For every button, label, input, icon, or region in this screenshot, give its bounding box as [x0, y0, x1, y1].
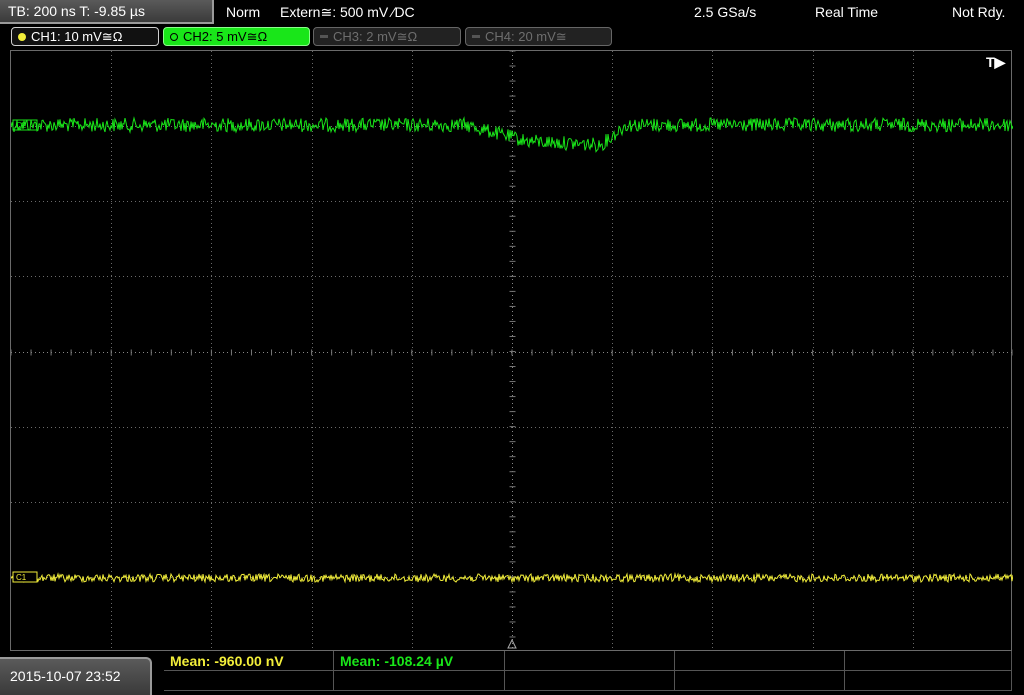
channel-1-tab[interactable]: CH1: 10 mV≅Ω: [11, 27, 159, 46]
timebase-readout[interactable]: TB: 200 ns T: -9.85 µs: [0, 0, 214, 24]
channel-4-tab[interactable]: CH4: 20 mV≅: [465, 27, 612, 46]
measurement-slot-10[interactable]: [845, 671, 1012, 691]
waveform-display[interactable]: C2 C1 T▶: [10, 50, 1013, 652]
datetime-readout: 2015-10-07 23:52: [0, 657, 152, 695]
graticule: [11, 51, 1013, 652]
measurement-slot-6[interactable]: [164, 671, 334, 691]
channel-4-label: CH4: 20 mV≅: [485, 29, 567, 44]
channel-2-tab[interactable]: CH2: 5 mV≅Ω: [163, 27, 310, 46]
acquisition-mode[interactable]: Real Time: [815, 0, 878, 24]
measurement-slot-7[interactable]: [334, 671, 505, 691]
channel-2-marker-label: C2: [16, 121, 27, 130]
channel-4-indicator-icon: [472, 35, 480, 38]
channel-3-indicator-icon: [320, 35, 328, 38]
measurement-slot-8[interactable]: [505, 671, 675, 691]
channel-1-indicator-icon: [18, 33, 26, 41]
bottom-bar: 2015-10-07 23:52 Mean: -960.00 nV Mean: …: [0, 651, 1024, 695]
channel-1-mean[interactable]: Mean: -960.00 nV: [164, 651, 334, 671]
measurement-slot-9[interactable]: [675, 671, 845, 691]
channel-2-label: CH2: 5 mV≅Ω: [183, 29, 268, 44]
status-bar: TB: 200 ns T: -9.85 µs Norm Extern≅: 500…: [0, 0, 1024, 24]
measurement-slot-3[interactable]: [505, 651, 675, 671]
channel-tabs: CH1: 10 mV≅Ω CH2: 5 mV≅Ω CH3: 2 mV≅Ω CH4…: [0, 26, 1024, 48]
channel-1-marker[interactable]: C1: [12, 571, 38, 583]
trigger-mode[interactable]: Norm: [226, 0, 260, 24]
channel-1-label: CH1: 10 mV≅Ω: [31, 29, 123, 44]
measurement-slot-5[interactable]: [845, 651, 1012, 671]
waveform-canvas: C2 C1 T▶: [11, 51, 1013, 652]
channel-3-tab[interactable]: CH3: 2 mV≅Ω: [313, 27, 461, 46]
acquisition-status: Not Rdy.: [952, 4, 1006, 20]
channel-1-marker-label: C1: [16, 573, 27, 582]
trigger-position-marker[interactable]: T▶: [986, 54, 1007, 70]
measurement-slot-4[interactable]: [675, 651, 845, 671]
measurement-table: Mean: -960.00 nV Mean: -108.24 µV: [164, 651, 1012, 693]
sample-rate: 2.5 GSa/s: [694, 4, 757, 20]
trigger-source[interactable]: Extern≅: 500 mV ∕DC: [280, 0, 415, 24]
channel-2-mean[interactable]: Mean: -108.24 µV: [334, 651, 505, 671]
channel-3-label: CH3: 2 mV≅Ω: [333, 29, 418, 44]
channel-2-indicator-icon: [170, 33, 178, 41]
